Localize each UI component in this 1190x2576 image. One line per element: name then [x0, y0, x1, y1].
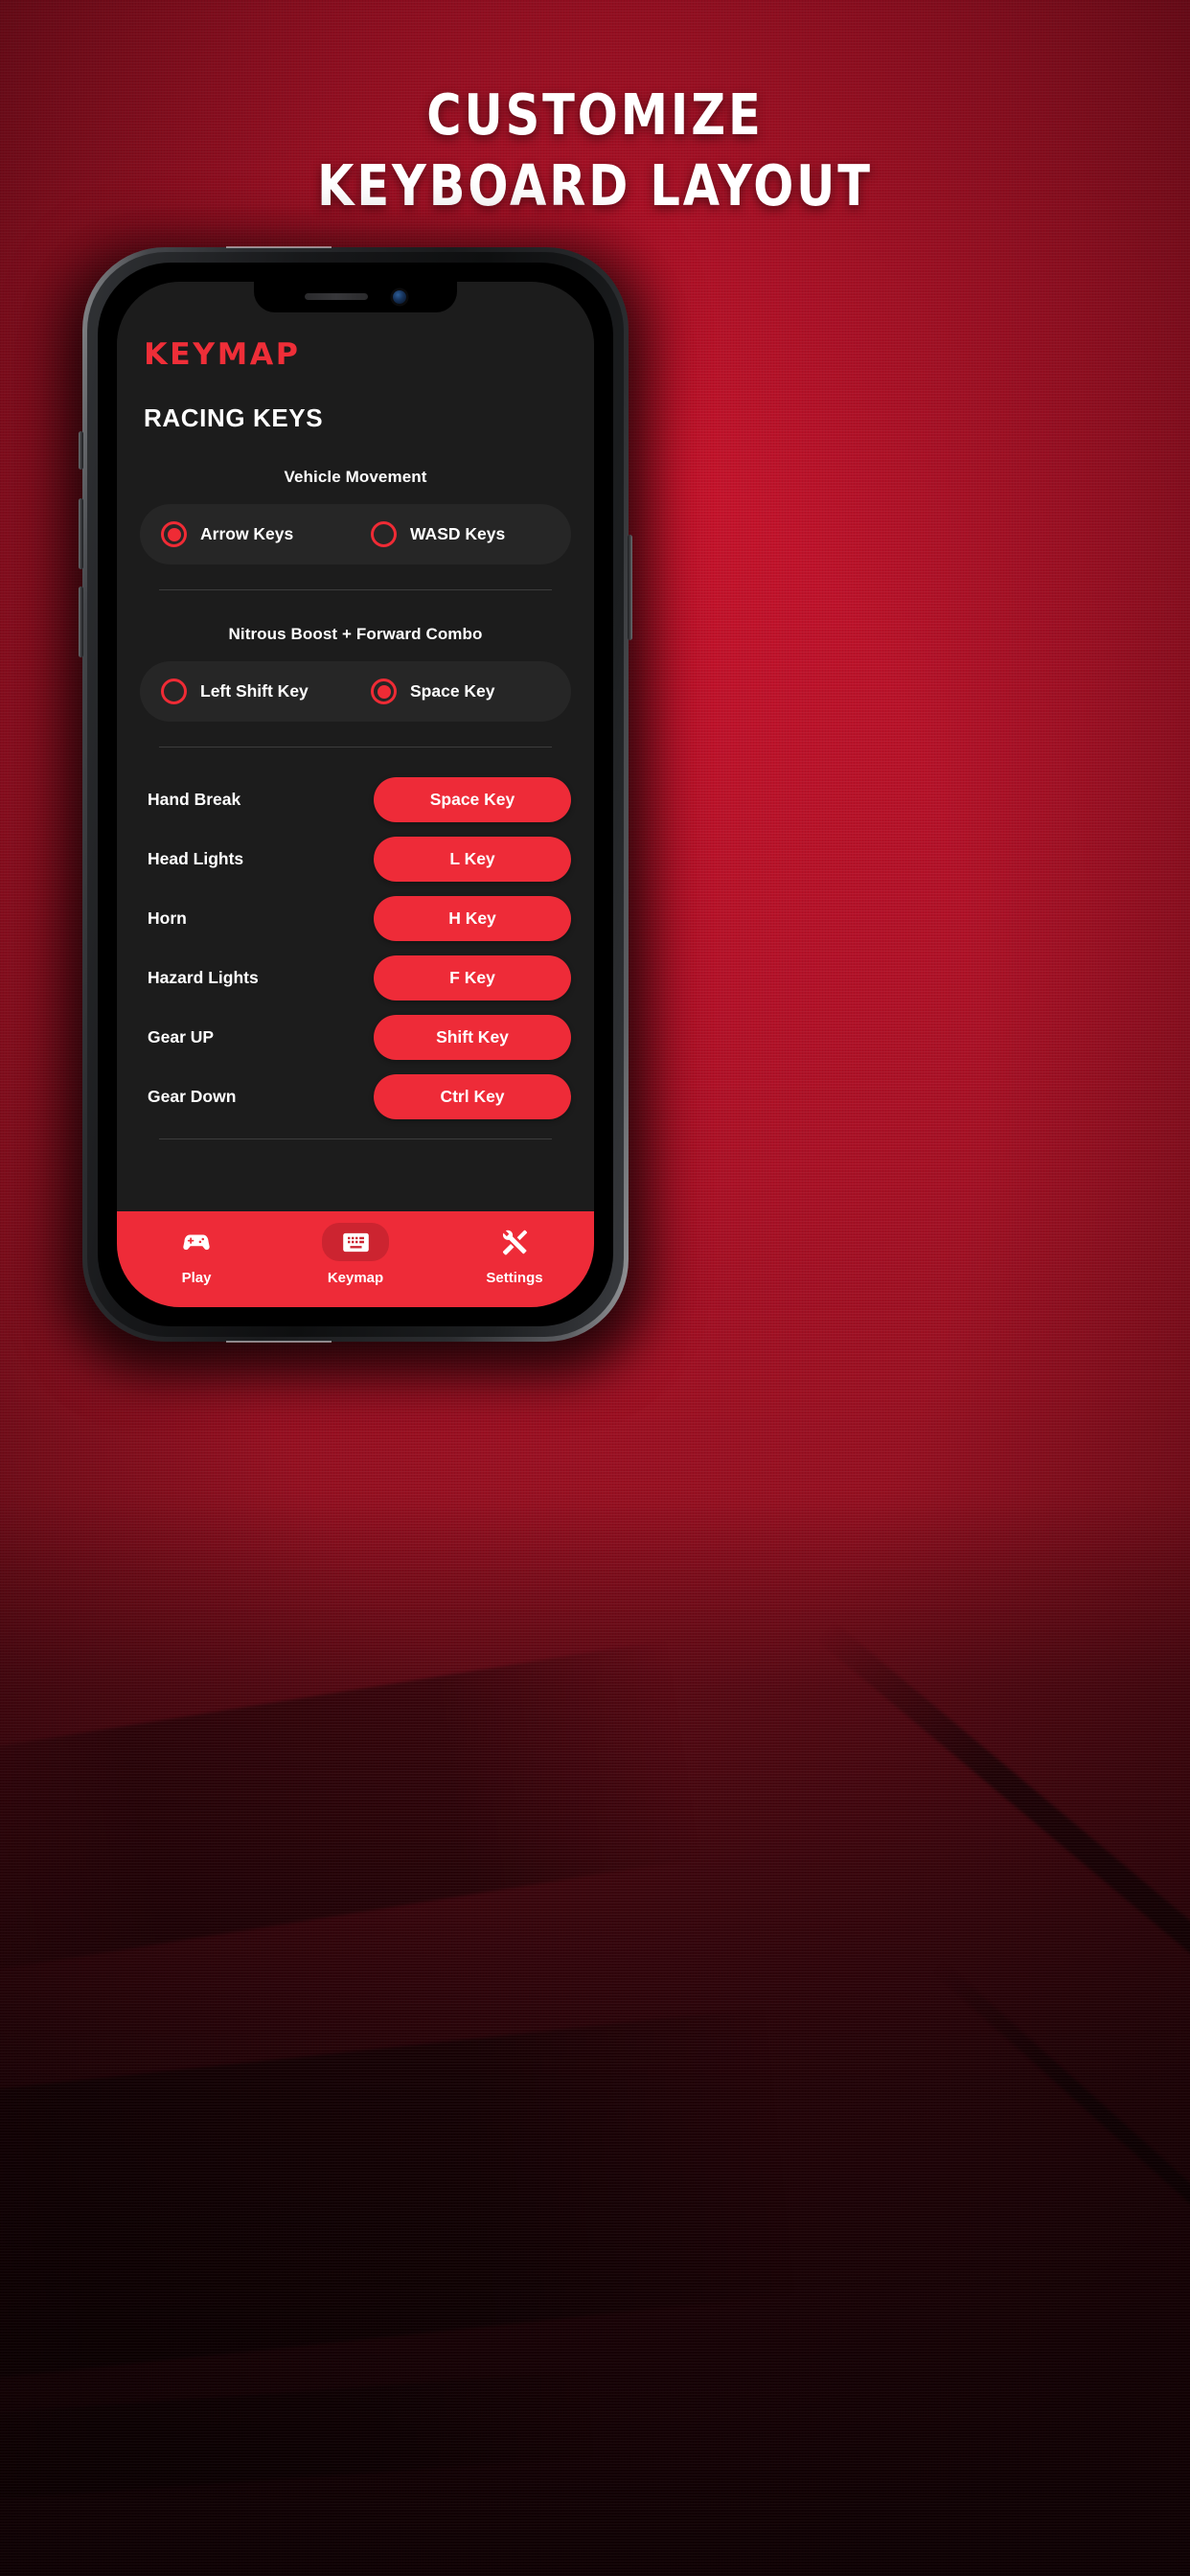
table-row: Hazard Lights F Key — [140, 951, 571, 1004]
mapping-action-label: Hazard Lights — [148, 967, 259, 987]
mapping-action-label: Gear Down — [148, 1086, 237, 1106]
section-divider — [159, 747, 552, 748]
phone-notch — [254, 282, 457, 312]
phone-antenna-seam — [226, 1341, 332, 1343]
radio-option-label: Arrow Keys — [200, 524, 294, 543]
section-divider — [159, 589, 552, 590]
phone-volume-up-button[interactable] — [79, 498, 83, 569]
tab-play[interactable]: Play — [117, 1223, 276, 1286]
table-row: Horn H Key — [140, 891, 571, 945]
front-camera-icon — [393, 289, 406, 304]
phone-mockup: KEYMAP RACING KEYS Vehicle Movement Arro… — [57, 238, 653, 1368]
phone-frame: KEYMAP RACING KEYS Vehicle Movement Arro… — [79, 246, 632, 1343]
phone-screen: KEYMAP RACING KEYS Vehicle Movement Arro… — [117, 282, 594, 1307]
phone-mute-switch[interactable] — [79, 431, 83, 470]
headline-line-2: KEYBOARD LAYOUT — [317, 153, 873, 220]
key-assign-button[interactable]: Ctrl Key — [374, 1073, 571, 1119]
setting-group-vehicle-movement: Vehicle Movement Arrow Keys WASD Keys — [140, 468, 571, 564]
radio-indicator-selected[interactable] — [371, 678, 397, 704]
page-title: RACING KEYS — [144, 403, 324, 432]
tab-label: Settings — [486, 1270, 543, 1286]
mapping-action-label: Hand Break — [148, 789, 241, 809]
promo-headline: CUSTOMIZE KEYBOARD LAYOUT — [0, 82, 1190, 218]
mapping-action-label: Gear UP — [148, 1026, 215, 1046]
radio-option-label: Left Shift Key — [200, 681, 309, 701]
radio-indicator-unselected[interactable] — [371, 521, 397, 547]
key-assign-button[interactable]: H Key — [374, 895, 571, 941]
radio-indicator-unselected[interactable] — [161, 678, 187, 704]
table-row: Gear Down Ctrl Key — [140, 1070, 571, 1123]
tab-settings[interactable]: Settings — [435, 1223, 594, 1286]
radio-option-space-key[interactable]: Space Key — [361, 678, 571, 704]
phone-volume-down-button[interactable] — [79, 586, 83, 657]
bottom-navigation-bar: Play Keymap Settings — [117, 1211, 594, 1307]
phone-bezel: KEYMAP RACING KEYS Vehicle Movement Arro… — [98, 263, 613, 1326]
radio-indicator-selected[interactable] — [161, 521, 187, 547]
mapping-action-label: Horn — [148, 908, 187, 928]
group-label: Vehicle Movement — [284, 468, 427, 486]
radio-option-arrow-keys[interactable]: Arrow Keys — [140, 521, 361, 547]
mapping-action-label: Head Lights — [148, 848, 244, 868]
phone-frame-inner: KEYMAP RACING KEYS Vehicle Movement Arro… — [87, 252, 624, 1337]
app-brand-logo: KEYMAP — [144, 337, 301, 372]
list-bottom-divider — [159, 1138, 552, 1139]
key-assign-button[interactable]: Space Key — [374, 776, 571, 822]
radio-group: Left Shift Key Space Key — [140, 661, 571, 722]
table-row: Hand Break Space Key — [140, 772, 571, 826]
app-content-scroll[interactable]: KEYMAP RACING KEYS Vehicle Movement Arro… — [117, 282, 594, 1211]
radio-group: Arrow Keys WASD Keys — [140, 504, 571, 564]
phone-power-button[interactable] — [628, 535, 632, 640]
gamepad-icon — [163, 1223, 230, 1261]
keyboard-icon — [322, 1223, 389, 1261]
tab-label: Keymap — [327, 1270, 384, 1286]
radio-option-label: WASD Keys — [410, 524, 506, 543]
table-row: Head Lights L Key — [140, 832, 571, 886]
key-assign-button[interactable]: F Key — [374, 954, 571, 1000]
key-mapping-list: Hand Break Space Key Head Lights L Key H… — [140, 772, 571, 1123]
tab-keymap[interactable]: Keymap — [276, 1223, 435, 1286]
radio-option-wasd-keys[interactable]: WASD Keys — [361, 521, 571, 547]
table-row: Gear UP Shift Key — [140, 1010, 571, 1064]
tools-icon — [481, 1223, 548, 1261]
headline-line-1: CUSTOMIZE — [426, 82, 764, 150]
group-label: Nitrous Boost + Forward Combo — [228, 625, 483, 643]
tab-label: Play — [181, 1270, 212, 1286]
setting-group-nitrous-boost: Nitrous Boost + Forward Combo Left Shift… — [140, 625, 571, 722]
app-root: KEYMAP RACING KEYS Vehicle Movement Arro… — [117, 282, 594, 1307]
radio-option-left-shift-key[interactable]: Left Shift Key — [140, 678, 361, 704]
key-assign-button[interactable]: L Key — [374, 836, 571, 882]
phone-antenna-seam — [226, 246, 332, 248]
earpiece-speaker-icon — [305, 293, 368, 300]
key-assign-button[interactable]: Shift Key — [374, 1014, 571, 1060]
radio-option-label: Space Key — [410, 681, 495, 701]
